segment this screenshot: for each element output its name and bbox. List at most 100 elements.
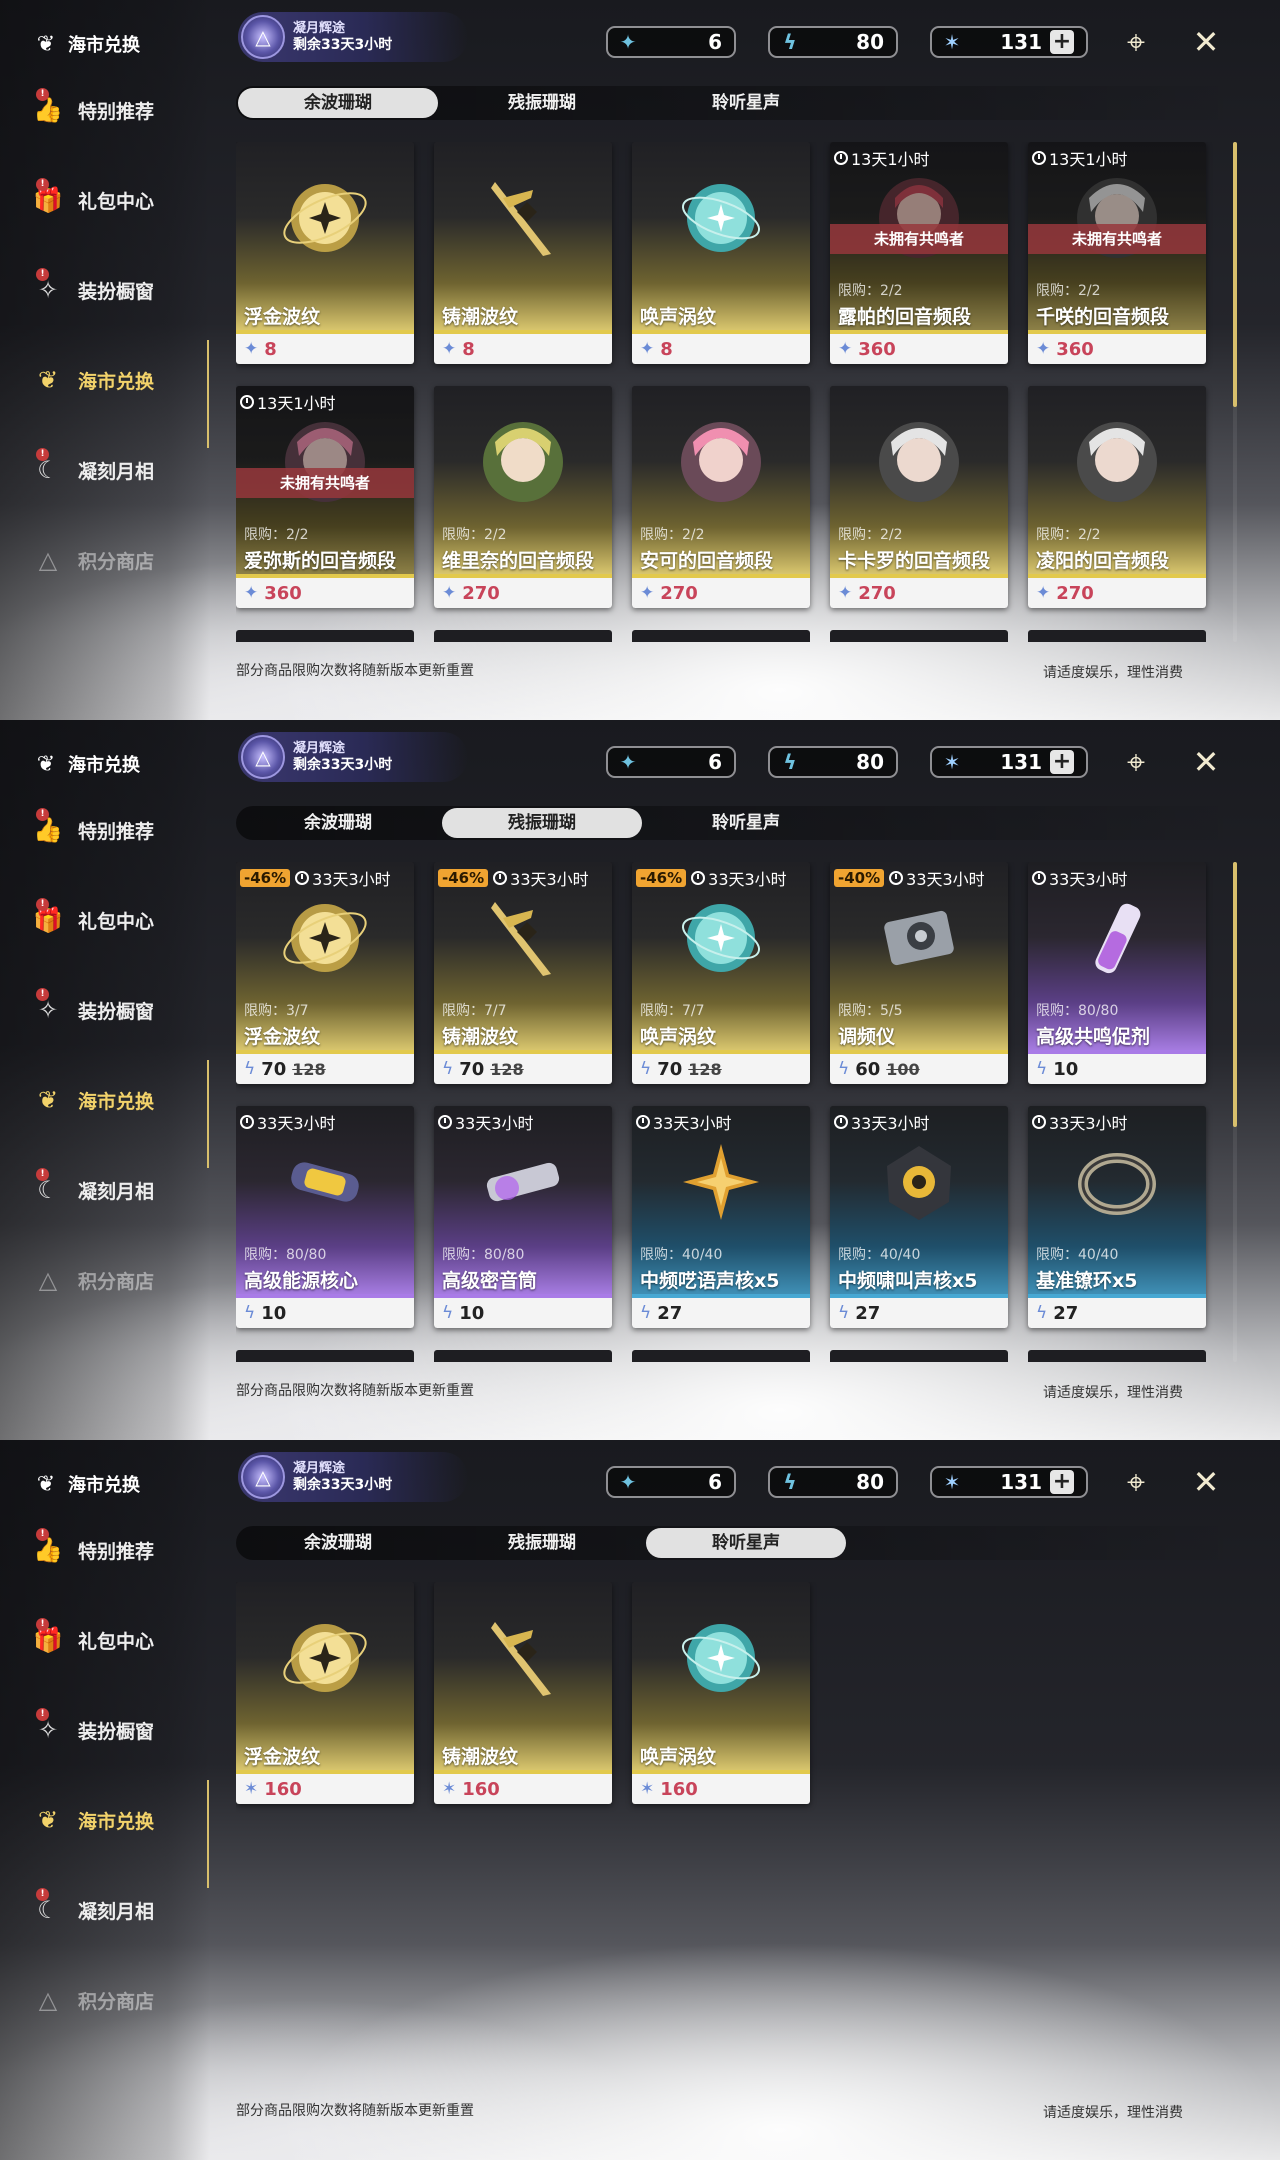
sidebar-item[interactable]: ✧! 装扮橱窗 xyxy=(28,268,154,310)
next-row-card[interactable] xyxy=(434,1350,612,1362)
sidebar-item[interactable]: 👍! 特别推荐 xyxy=(28,1528,154,1570)
clock-icon xyxy=(834,151,848,165)
currency-counter: ✦ 6 xyxy=(606,746,736,778)
next-row-card[interactable] xyxy=(632,630,810,642)
sidebar-item[interactable]: ☾! 凝刻月相 xyxy=(28,1168,155,1210)
sidebar-item[interactable]: 🎁! 礼包中心 xyxy=(28,1618,154,1660)
scrollbar-thumb[interactable] xyxy=(1233,142,1237,407)
shop-item-card[interactable]: 唤声涡纹 ✶ 160 xyxy=(632,1582,810,1804)
sidebar-item-label: 礼包中心 xyxy=(78,190,155,213)
sidebar-item-label: 海市兑换 xyxy=(78,1810,155,1833)
close-icon[interactable]: ✕ xyxy=(1184,740,1228,784)
event-remaining: 剩余33天3小时 xyxy=(293,757,393,773)
shop-item-card[interactable]: 限购：2/2 卡卡罗的回音频段 ✦ 270 xyxy=(830,386,1008,608)
shop-item-card[interactable]: 唤声涡纹 ✦ 8 xyxy=(632,142,810,364)
shop-item-card[interactable]: 铸潮波纹 ✶ 160 xyxy=(434,1582,612,1804)
close-icon[interactable]: ✕ xyxy=(1184,1460,1228,1504)
shop-item-card[interactable]: 33天3小时 限购：80/80 高级密音筒 ϟ 10 xyxy=(434,1106,612,1328)
sidebar-item[interactable]: 👍! 特别推荐 xyxy=(28,808,154,850)
tab[interactable]: 残振珊瑚 xyxy=(442,808,642,838)
tab[interactable]: 余波珊瑚 xyxy=(238,1528,438,1558)
shop-item-card[interactable]: -46% 33天3小时 限购：7/7 铸潮波纹 ϟ 70 128 xyxy=(434,862,612,1084)
tab-bar: 余波珊瑚 残振珊瑚 聆听星声 xyxy=(236,86,1246,120)
store-panel: ❦ 海市兑换 👍! 特别推荐 🎁! 礼包中心 ✧! 装扮橱窗 ❦ 海市兑换 ☾! 凝刻月相 △ 积分商店 △… xyxy=(0,1440,1280,2160)
notification-badge: ! xyxy=(36,448,49,461)
shop-item-card[interactable]: 13天1小时 未拥有共鸣者 限购：2/2 千咲的回音频段 ✦ 360 xyxy=(1028,142,1206,364)
shop-item-card[interactable]: 13天1小时 未拥有共鸣者 限购：2/2 露帕的回音频段 ✦ 360 xyxy=(830,142,1008,364)
shop-item-card[interactable]: 限购：2/2 维里奈的回音频段 ✦ 270 xyxy=(434,386,612,608)
shop-item-card[interactable]: 13天1小时 未拥有共鸣者 限购：2/2 爱弥斯的回音频段 ✦ 360 xyxy=(236,386,414,608)
next-row-card[interactable] xyxy=(632,1350,810,1362)
sidebar-item[interactable]: △ 积分商店 xyxy=(28,1980,154,2020)
next-row-card[interactable] xyxy=(236,630,414,642)
discount-badge: -46% xyxy=(438,869,489,887)
shop-item-card[interactable]: 浮金波纹 ✦ 8 xyxy=(236,142,414,364)
shop-item-card[interactable]: 浮金波纹 ✶ 160 xyxy=(236,1582,414,1804)
tab[interactable]: 聆听星声 xyxy=(646,1528,846,1558)
event-emblem-icon: △ xyxy=(241,735,285,779)
shop-item-card[interactable]: 铸潮波纹 ✦ 8 xyxy=(434,142,612,364)
shop-item-card[interactable]: 33天3小时 限购：40/40 中频呓语声核x5 ϟ 27 xyxy=(632,1106,810,1328)
shop-item-card[interactable]: 33天3小时 限购：40/40 中频啸叫声核x5 ϟ 27 xyxy=(830,1106,1008,1328)
next-row-card[interactable] xyxy=(434,630,612,642)
shop-item-card[interactable]: -40% 33天3小时 限购：5/5 调频仪 ϟ 60 100 xyxy=(830,862,1008,1084)
add-currency-button[interactable]: + xyxy=(1050,30,1074,54)
sidebar-item[interactable]: ❦ 海市兑换 xyxy=(28,1080,154,1120)
coral-tree-icon: ❦ xyxy=(37,366,59,394)
sidebar-item[interactable]: ✧! 装扮橱窗 xyxy=(28,1708,155,1750)
crosshair-icon[interactable]: ⌖ xyxy=(1114,20,1158,64)
oscillated-coral-icon: ϟ xyxy=(783,30,797,54)
star-sound-icon: ✶ xyxy=(943,30,961,54)
scrollbar-thumb[interactable] xyxy=(1233,862,1237,1127)
sidebar-item[interactable]: 🎁! 礼包中心 xyxy=(28,898,154,940)
shop-item-card[interactable]: 限购：2/2 安可的回音频段 ✦ 270 xyxy=(632,386,810,608)
item-name: 基准镣环x5 xyxy=(1036,1270,1138,1292)
shop-item-card[interactable]: 33天3小时 限购：40/40 基准镣环x5 ϟ 27 xyxy=(1028,1106,1206,1328)
next-row-card[interactable] xyxy=(830,1350,1008,1362)
tab[interactable]: 聆听星声 xyxy=(646,88,846,118)
sidebar-item-label: 凝刻月相 xyxy=(78,1180,155,1203)
timer-text: 13天1小时 xyxy=(1049,150,1128,169)
next-row-card[interactable] xyxy=(1028,630,1206,642)
tab[interactable]: 余波珊瑚 xyxy=(238,88,438,118)
sidebar-item[interactable]: ❦ 海市兑换 xyxy=(28,360,154,400)
sidebar-item[interactable]: ❦ 海市兑换 xyxy=(28,1800,154,1840)
purchase-limit: 限购：40/40 xyxy=(838,1247,921,1263)
tab[interactable]: 聆听星声 xyxy=(646,808,846,838)
next-row-card[interactable] xyxy=(830,630,1008,642)
sidebar-item[interactable]: 🎁! 礼包中心 xyxy=(28,178,155,220)
sidebar-item[interactable]: △ 积分商店 xyxy=(28,1260,154,1300)
timer-text: 33天3小时 xyxy=(1049,1114,1128,1133)
shop-item-card[interactable]: 限购：2/2 凌阳的回音频段 ✦ 270 xyxy=(1028,386,1206,608)
event-banner[interactable]: △ 凝月辉途 剩余33天3小时 xyxy=(238,1452,468,1502)
sidebar-item[interactable]: ☾! 凝刻月相 xyxy=(28,1888,154,1930)
item-name: 唤声涡纹 xyxy=(640,1746,717,1768)
sidebar-item[interactable]: △ 积分商店 xyxy=(28,540,154,580)
event-banner[interactable]: △ 凝月辉途 剩余33天3小时 xyxy=(238,732,468,782)
event-banner[interactable]: △ 凝月辉途 剩余33天3小时 xyxy=(238,12,468,62)
item-art-icon xyxy=(473,412,573,512)
next-row-card[interactable] xyxy=(236,1350,414,1362)
shop-item-card[interactable]: -46% 33天3小时 限购：7/7 唤声涡纹 ϟ 70 128 xyxy=(632,862,810,1084)
sidebar-item[interactable]: ✧! 装扮橱窗 xyxy=(28,988,154,1030)
tab[interactable]: 残振珊瑚 xyxy=(442,1528,642,1558)
add-currency-button[interactable]: + xyxy=(1050,1470,1074,1494)
tab[interactable]: 残振珊瑚 xyxy=(442,88,642,118)
next-row-card[interactable] xyxy=(1028,1350,1206,1362)
currency-value: 131 xyxy=(1000,30,1042,54)
notification-badge: ! xyxy=(36,178,49,191)
sidebar-item-label: 装扮橱窗 xyxy=(78,1720,155,1743)
sidebar-item[interactable]: ☾! 凝刻月相 xyxy=(28,448,154,490)
crosshair-icon[interactable]: ⌖ xyxy=(1114,740,1158,784)
tab[interactable]: 余波珊瑚 xyxy=(238,808,438,838)
shop-item-card[interactable]: 33天3小时 限购：80/80 高级能源核心 ϟ 10 xyxy=(236,1106,414,1328)
sidebar-item[interactable]: 👍! 特别推荐 xyxy=(28,88,154,130)
footer-disclaimer: 请适度娱乐，理性消费 xyxy=(1043,1385,1183,1401)
shop-item-card[interactable]: -46% 33天3小时 限购：3/7 浮金波纹 ϟ 70 128 xyxy=(236,862,414,1084)
add-currency-button[interactable]: + xyxy=(1050,750,1074,774)
purchase-limit: 限购：2/2 xyxy=(1036,283,1101,299)
shop-item-card[interactable]: 33天3小时 限购：80/80 高级共鸣促剂 ϟ 10 xyxy=(1028,862,1206,1084)
afterglow-coral-icon: ✦ xyxy=(1036,339,1051,359)
close-icon[interactable]: ✕ xyxy=(1184,20,1228,64)
crosshair-icon[interactable]: ⌖ xyxy=(1114,1460,1158,1504)
